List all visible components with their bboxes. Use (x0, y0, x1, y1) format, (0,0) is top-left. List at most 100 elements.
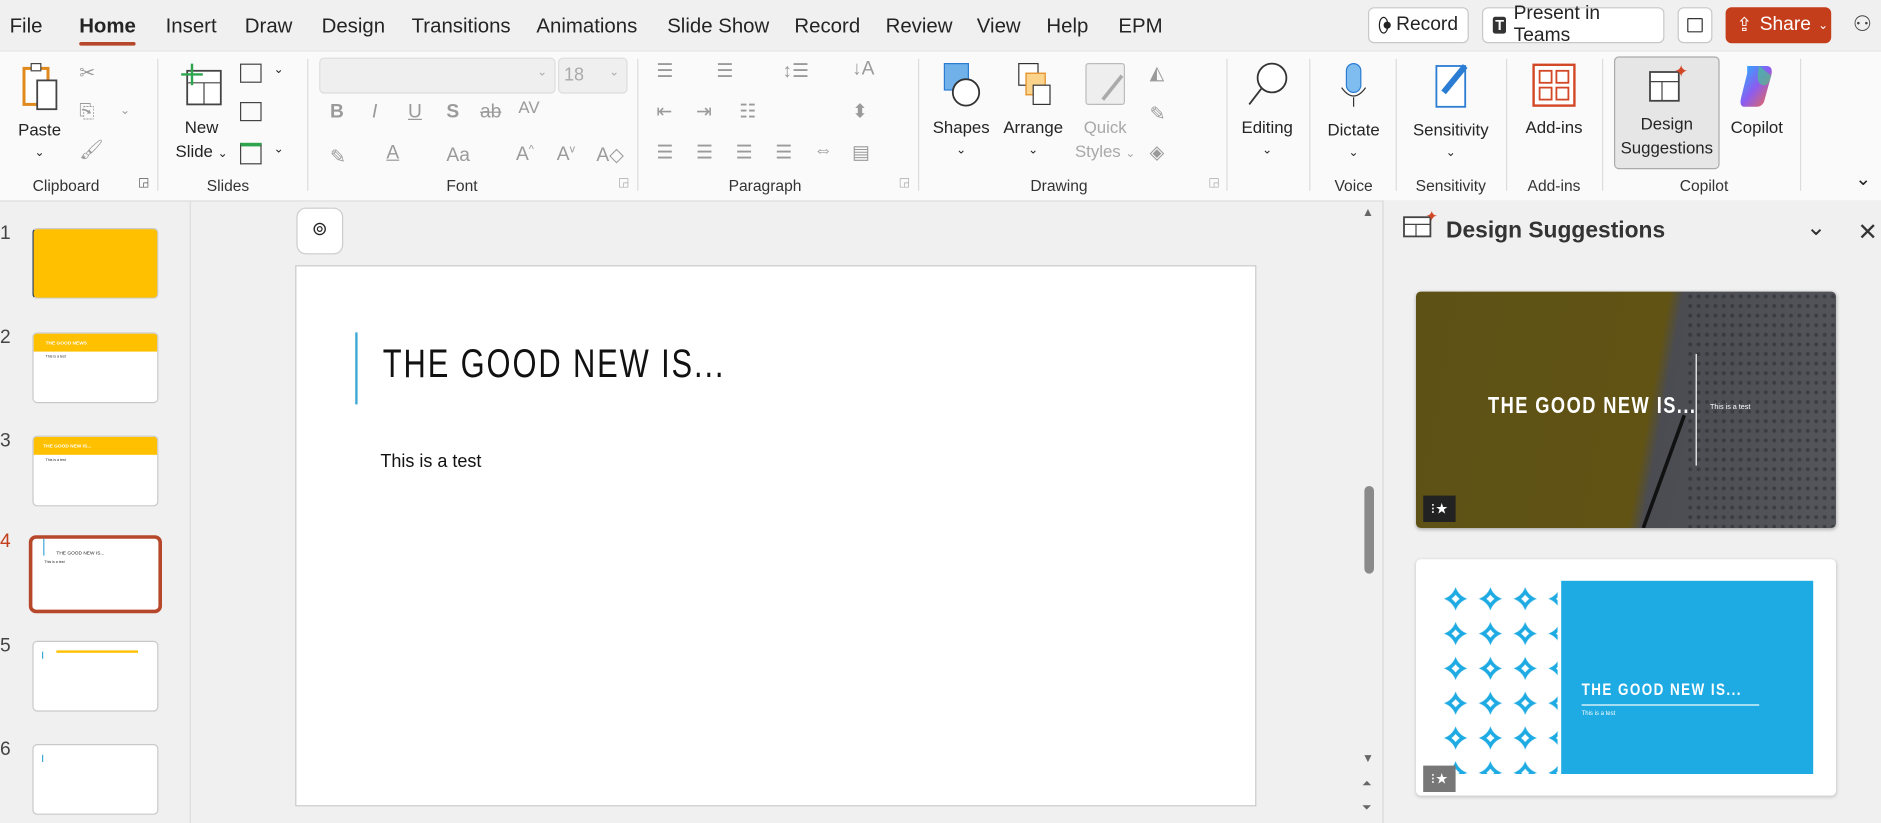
slide-canvas[interactable]: THE GOOD NEW IS... This is a test (295, 265, 1257, 807)
scroll-down-icon[interactable]: ▼ (1362, 752, 1374, 765)
comments-button[interactable] (1677, 7, 1713, 44)
underline-icon[interactable]: U (408, 102, 422, 124)
tab-view[interactable]: View (977, 14, 1021, 38)
slide-title[interactable]: THE GOOD NEW IS... (383, 341, 726, 387)
tab-record[interactable]: Record (794, 14, 860, 38)
tab-epm[interactable]: EPM (1118, 14, 1162, 38)
present-in-teams-button[interactable]: T Present in Teams (1482, 4, 1665, 46)
align-text-icon[interactable]: ⬍ (852, 100, 868, 124)
dialog-launcher-icon[interactable]: ◲ (1208, 176, 1219, 189)
dialog-launcher-icon[interactable]: ◲ (899, 176, 910, 189)
arrange-button[interactable]: Arrange ⌄ (1000, 59, 1067, 163)
add-ins-button[interactable]: Add-ins (1514, 61, 1593, 139)
slide-thumbnail-2[interactable]: THE GOOD NEWS This is a test (32, 332, 159, 404)
shape-effects-icon[interactable]: ◈ (1150, 140, 1165, 164)
tab-design[interactable]: Design (322, 14, 386, 38)
bullets-icon[interactable]: ☰ (656, 59, 673, 83)
shapes-button[interactable]: Shapes ⌄ (930, 59, 992, 163)
slide-thumbnail-1[interactable] (32, 228, 159, 299)
animated-star-icon: ⁝★ (1423, 495, 1456, 522)
dictate-button[interactable]: Dictate ⌄ (1320, 61, 1387, 165)
font-size-dropdown[interactable]: 18 ⌄ (558, 57, 628, 94)
increase-font-icon[interactable]: A^ (516, 143, 534, 166)
align-left-icon[interactable]: ☰ (656, 140, 673, 164)
shape-fill-icon[interactable]: ◭ (1150, 61, 1165, 85)
ribbon-collapse-chevron-icon[interactable]: ⌄ (1855, 167, 1871, 191)
clear-formatting-icon[interactable]: A◇ (596, 143, 624, 167)
slide-thumbnail-6[interactable] (32, 744, 159, 815)
italic-icon[interactable]: I (372, 102, 377, 124)
teams-icon: T (1492, 16, 1507, 34)
slide-body-text[interactable]: This is a test (380, 451, 481, 471)
highlight-icon[interactable]: ✎ (330, 145, 346, 169)
change-case-icon[interactable]: Aa (446, 145, 469, 167)
align-right-icon[interactable]: ☰ (736, 140, 753, 164)
tab-insert[interactable]: Insert (166, 14, 217, 38)
decrease-font-icon[interactable]: Av (557, 143, 575, 166)
reset-icon[interactable] (240, 102, 262, 122)
ribbon: Paste ⌄ ✂ ⎘ ⌄ 🖌 Clipboard ◲ New Slide ⌄ … (0, 50, 1881, 202)
person-icon[interactable]: ⚇ (1853, 12, 1872, 37)
chevron-down-icon: ⌄ (217, 147, 228, 161)
close-icon[interactable]: ✕ (1858, 217, 1878, 247)
new-slide-button[interactable]: New Slide ⌄ (168, 61, 235, 167)
record-button[interactable]: Record (1368, 7, 1469, 44)
font-name-dropdown[interactable]: ⌄ (319, 57, 556, 94)
columns-icon[interactable]: ☷ (739, 100, 756, 124)
editing-button[interactable]: Editing ⌄ (1234, 59, 1301, 163)
increase-indent-icon[interactable]: ⇥ (696, 100, 712, 124)
shadow-icon[interactable]: S (446, 102, 459, 124)
design-suggestion-2[interactable]: THE GOOD NEW IS... This is a test ⁝★ (1416, 559, 1837, 796)
copilot-slide-button[interactable]: ⊚ (296, 207, 344, 255)
tab-home[interactable]: Home (79, 14, 136, 38)
slide-thumbnail-5[interactable] (32, 640, 159, 712)
pane-options-chevron-icon[interactable]: ⌄ (1806, 212, 1826, 242)
slide-thumbnail-3[interactable]: THE GOOD NEW IS... This is a test (32, 435, 159, 507)
design-suggestions-button[interactable]: ✦ Design Suggestions (1614, 56, 1720, 170)
section-icon[interactable] (240, 142, 262, 165)
font-color-icon[interactable]: A (386, 143, 399, 165)
chevron-down-icon[interactable]: ⌄ (120, 104, 130, 117)
tab-animations[interactable]: Animations (536, 14, 637, 38)
design-suggestion-1[interactable]: THE GOOD NEW IS... This is a test ⁝★ (1416, 291, 1837, 528)
tab-review[interactable]: Review (886, 14, 953, 38)
shape-outline-icon[interactable]: ✎ (1150, 102, 1166, 126)
copy-icon[interactable]: ⎘ (79, 102, 94, 124)
dialog-launcher-icon[interactable]: ◲ (138, 176, 149, 189)
distributed-icon[interactable]: ⇔ (814, 140, 833, 162)
tab-file[interactable]: File (10, 14, 43, 38)
group-separator (1395, 58, 1397, 191)
strikethrough-icon[interactable]: ab (480, 102, 501, 124)
text-direction-icon[interactable]: ↓A (852, 59, 874, 81)
line-spacing-icon[interactable]: ↕☰ (782, 59, 809, 83)
layout-icon[interactable] (240, 63, 262, 83)
copilot-button[interactable]: Copilot (1723, 61, 1790, 139)
arrange-label: Arrange (1003, 117, 1064, 137)
justify-icon[interactable]: ☰ (775, 140, 792, 164)
sensitivity-button[interactable]: Sensitivity ⌄ (1404, 59, 1498, 166)
bold-icon[interactable]: B (330, 102, 344, 124)
chevron-down-icon[interactable]: ⌄ (274, 143, 284, 156)
align-center-icon[interactable]: ☰ (696, 140, 713, 164)
tab-slide-show[interactable]: Slide Show (667, 14, 769, 38)
slide-thumbnail-4-selected[interactable]: THE GOOD NEW IS... This is a test (28, 535, 162, 614)
dialog-launcher-icon[interactable]: ◲ (618, 176, 629, 189)
chevron-down-icon[interactable]: ⌄ (274, 64, 284, 77)
tab-transitions[interactable]: Transitions (412, 14, 511, 38)
quick-styles-button[interactable]: Quick Styles ⌄ (1074, 59, 1136, 167)
group-separator (1800, 58, 1802, 191)
tab-draw[interactable]: Draw (245, 14, 293, 38)
tab-help[interactable]: Help (1046, 14, 1088, 38)
smartart-icon[interactable]: ▤ (852, 140, 870, 164)
next-slide-icon[interactable]: ⏷ (1362, 802, 1372, 815)
cut-icon[interactable]: ✂ (79, 61, 95, 85)
format-painter-icon[interactable]: 🖌 (79, 138, 103, 162)
share-button[interactable]: ⇪ Share ⌄ (1725, 7, 1832, 44)
previous-slide-icon[interactable]: ⏶ (1362, 778, 1372, 791)
character-spacing-icon[interactable]: AV (518, 97, 539, 116)
scrollbar-thumb[interactable] (1364, 486, 1374, 574)
scroll-up-icon[interactable]: ▲ (1362, 206, 1374, 219)
paste-button[interactable]: Paste ⌄ (12, 61, 67, 165)
numbering-icon[interactable]: ☰ (716, 59, 733, 83)
decrease-indent-icon[interactable]: ⇤ (656, 100, 672, 124)
